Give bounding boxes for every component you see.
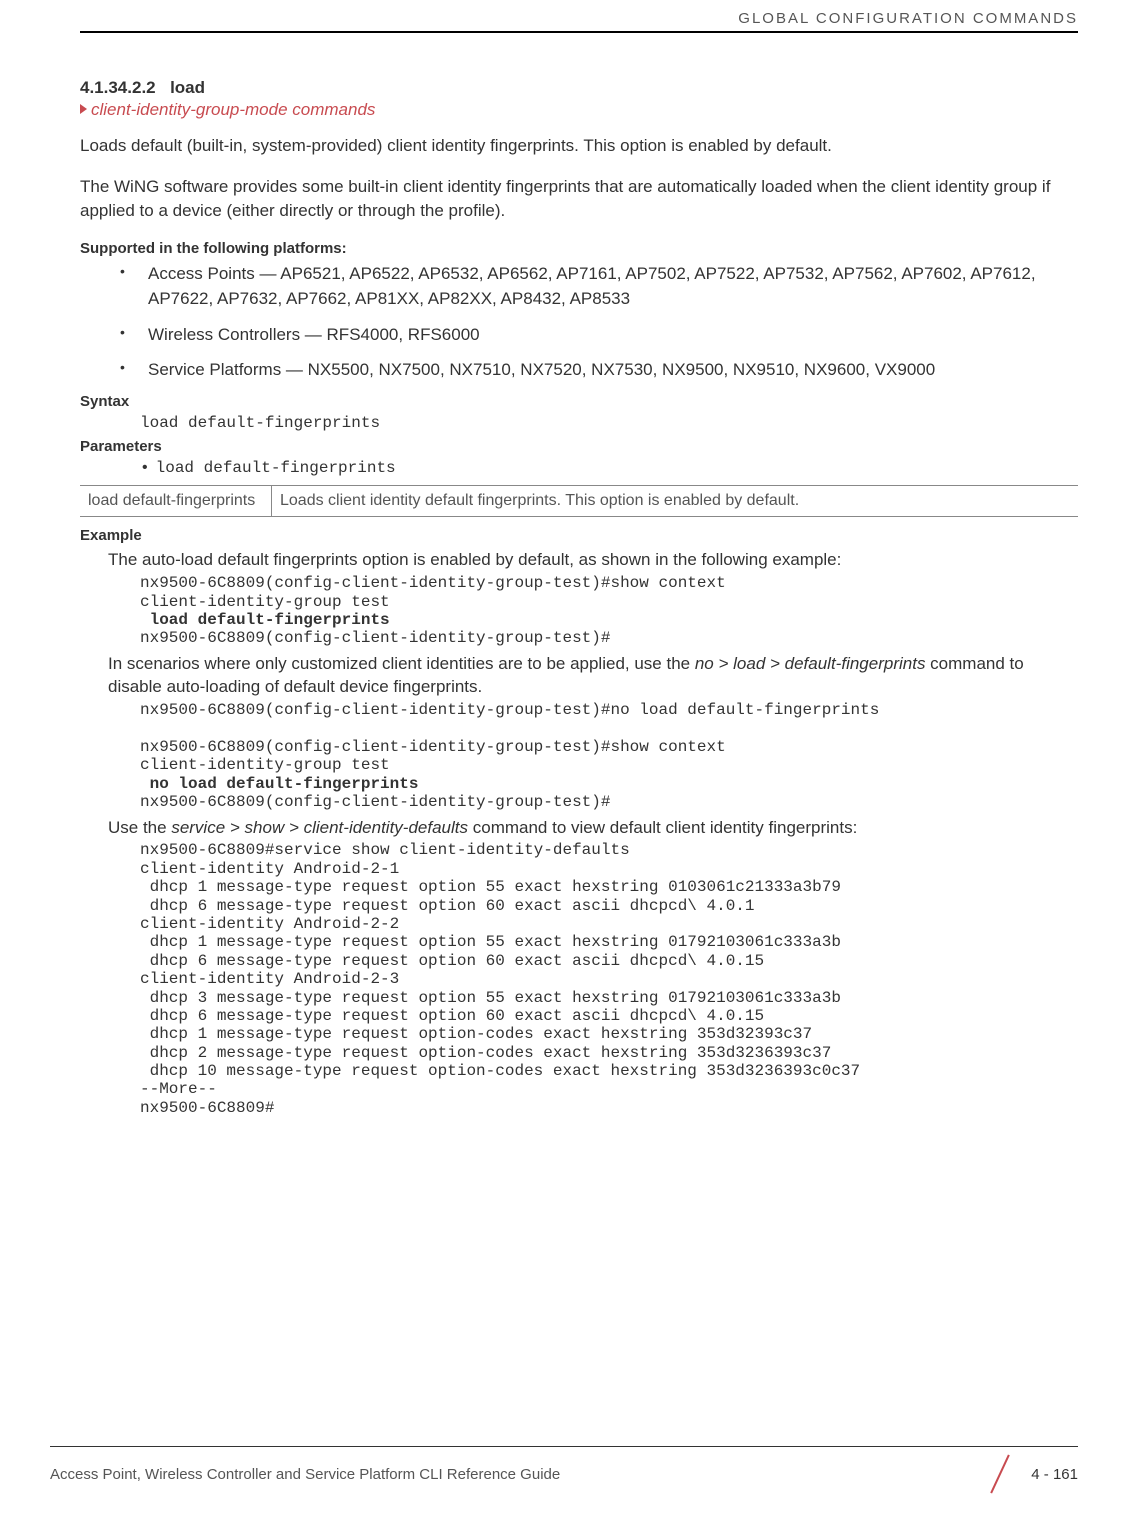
- example-intro-3: Use the service > show > client-identity…: [108, 816, 1078, 840]
- arrow-right-icon: [80, 104, 87, 114]
- slash-icon: [983, 1457, 1017, 1491]
- code-line: nx9500-6C8809(config-client-identity-gro…: [140, 629, 610, 647]
- example-code-1: nx9500-6C8809(config-client-identity-gro…: [140, 574, 1078, 648]
- param-key: load default-fingerprints: [80, 486, 272, 517]
- supported-heading: Supported in the following platforms:: [80, 240, 1078, 257]
- intro3-b: service > show > client-identity-default…: [171, 818, 468, 837]
- code-line: client-identity-group test: [140, 593, 390, 611]
- footer-row: Access Point, Wireless Controller and Se…: [50, 1457, 1078, 1491]
- footer-right: 4 - 161: [983, 1457, 1078, 1491]
- footer: Access Point, Wireless Controller and Se…: [50, 1446, 1078, 1491]
- code-line: nx9500-6C8809(config-client-identity-gro…: [140, 738, 726, 756]
- parameters-table: load default-fingerprints Loads client i…: [80, 485, 1078, 517]
- syntax-code: load default-fingerprints: [140, 414, 1078, 432]
- syntax-heading: Syntax: [80, 393, 1078, 410]
- example-code-3: nx9500-6C8809#service show client-identi…: [140, 841, 1078, 1117]
- bullet-icon: •: [140, 459, 150, 477]
- example-heading: Example: [80, 527, 1078, 544]
- example-intro-1: The auto-load default fingerprints optio…: [108, 548, 1078, 572]
- supported-list: Access Points — AP6521, AP6522, AP6532, …: [80, 261, 1078, 383]
- parameters-heading: Parameters: [80, 438, 1078, 455]
- code-line: no load default-fingerprints: [140, 775, 418, 793]
- page: GLOBAL CONFIGURATION COMMANDS 4.1.34.2.2…: [0, 0, 1128, 1515]
- code-line: client-identity-group test: [140, 756, 390, 774]
- breadcrumb-text: client-identity-group-mode commands: [91, 100, 375, 119]
- code-line: load default-fingerprints: [140, 611, 390, 629]
- intro3-a: Use the: [108, 818, 171, 837]
- param-desc: Loads client identity default fingerprin…: [272, 486, 1079, 517]
- section-title: load: [170, 78, 205, 97]
- intro-para-2: The WiNG software provides some built-in…: [80, 175, 1078, 224]
- running-header: GLOBAL CONFIGURATION COMMANDS: [80, 10, 1078, 31]
- section-number: 4.1.34.2.2: [80, 78, 156, 97]
- code-line: nx9500-6C8809(config-client-identity-gro…: [140, 574, 726, 592]
- example-code-2: nx9500-6C8809(config-client-identity-gro…: [140, 701, 1078, 811]
- page-number: 4 - 161: [1031, 1466, 1078, 1483]
- intro2-a: In scenarios where only customized clien…: [108, 654, 695, 673]
- example-intro-2: In scenarios where only customized clien…: [108, 652, 1078, 700]
- top-rule: [80, 31, 1078, 33]
- breadcrumb[interactable]: client-identity-group-mode commands: [80, 100, 1078, 120]
- table-row: load default-fingerprints Loads client i…: [80, 486, 1078, 517]
- parameters-line-text: load default-fingerprints: [156, 459, 396, 477]
- footer-rule: [50, 1446, 1078, 1447]
- list-item: Access Points — AP6521, AP6522, AP6532, …: [120, 261, 1078, 312]
- intro-para-1: Loads default (built-in, system-provided…: [80, 134, 1078, 159]
- section-heading-row: 4.1.34.2.2 load: [80, 78, 1078, 98]
- list-item: Service Platforms — NX5500, NX7500, NX75…: [120, 357, 1078, 383]
- parameters-bullet-line: • load default-fingerprints: [140, 459, 1078, 477]
- intro2-b: no > load > default-fingerprints: [695, 654, 926, 673]
- code-line: nx9500-6C8809(config-client-identity-gro…: [140, 701, 879, 719]
- intro3-c: command to view default client identity …: [468, 818, 857, 837]
- code-line: nx9500-6C8809(config-client-identity-gro…: [140, 793, 610, 811]
- list-item: Wireless Controllers — RFS4000, RFS6000: [120, 322, 1078, 348]
- footer-left: Access Point, Wireless Controller and Se…: [50, 1466, 560, 1483]
